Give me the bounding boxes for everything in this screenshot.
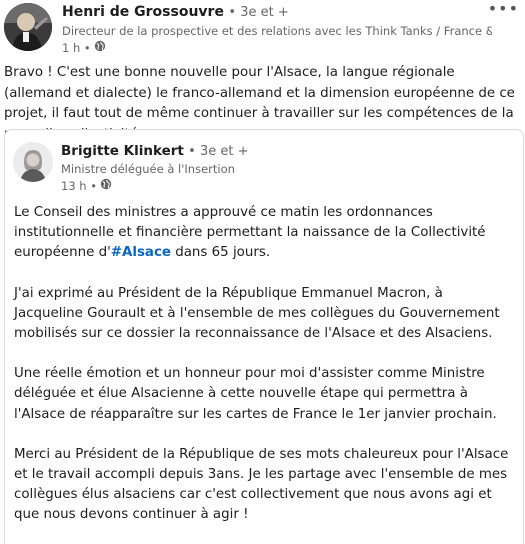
shared-post[interactable]: Brigitte Klinkert • 3e et + Ministre dél… (4, 129, 524, 544)
shared-paragraph: Le Conseil des ministres a approuvé ce m… (14, 203, 514, 264)
author-headline: Directeur de la prospective et des relat… (62, 24, 492, 38)
shared-author-avatar[interactable] (13, 142, 53, 182)
hashtag-link[interactable]: #Alsace (111, 245, 171, 260)
feed-post: Henri de Grossouvre • 3e et + Directeur … (0, 0, 525, 544)
shared-author-name[interactable]: Brigitte Klinkert (61, 143, 184, 159)
shared-paragraph: J'ai exprimé au Président de la Républiq… (14, 285, 500, 342)
shared-paragraph: Une réelle émotion et un honneur pour mo… (14, 366, 497, 422)
shared-connection-degree: • 3e et + (188, 144, 249, 159)
shared-post-body: Le Conseil des ministres a approuvé ce m… (14, 203, 514, 544)
globe-icon (100, 178, 112, 193)
author-avatar[interactable] (4, 3, 52, 51)
shared-post-meta: 13 h • (61, 178, 112, 193)
globe-icon (94, 40, 106, 55)
connection-degree: • 3e et + (228, 5, 289, 20)
shared-paragraph: Merci au Président de la République de s… (14, 446, 509, 523)
author-name[interactable]: Henri de Grossouvre (62, 4, 224, 20)
more-icon[interactable]: ••• (488, 0, 519, 18)
paragraph-text: dans 65 jours. (170, 245, 271, 261)
post-author: Henri de Grossouvre • 3e et + Directeur … (4, 0, 525, 55)
post-time: 1 h • (62, 40, 91, 55)
shared-author-headline: Ministre déléguée à l'Insertion (61, 162, 235, 176)
shared-author-name-line: Brigitte Klinkert • 3e et + (61, 143, 248, 159)
shared-post-time: 13 h • (61, 178, 98, 193)
author-name-line: Henri de Grossouvre • 3e et + (62, 4, 289, 20)
post-meta: 1 h • (62, 40, 106, 55)
